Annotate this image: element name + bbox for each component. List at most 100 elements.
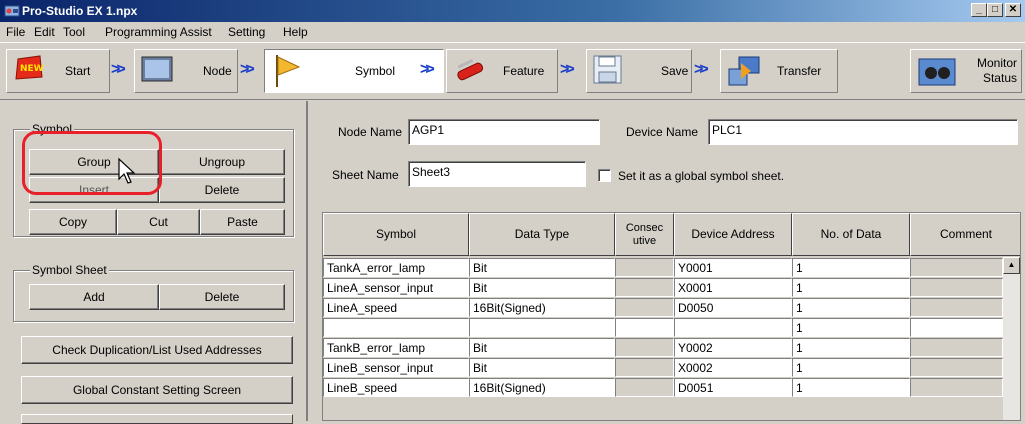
cell-consecutive[interactable] — [615, 338, 674, 357]
close-button[interactable]: ✕ — [1005, 3, 1021, 17]
sheet-name-field[interactable]: Sheet3 — [408, 161, 586, 187]
cell-data-type[interactable]: Bit — [469, 338, 615, 357]
step-start[interactable]: NEW Start — [6, 49, 110, 93]
column-header-symbol[interactable]: Symbol — [323, 213, 469, 256]
symbol-group-title: Symbol — [30, 122, 75, 136]
menu-help[interactable]: Help — [283, 25, 308, 39]
minimize-button[interactable]: _ — [971, 3, 987, 17]
table-row: LineB_speed 16Bit(Signed) D0051 1 — [323, 378, 1020, 398]
cell-comment[interactable] — [910, 318, 1003, 337]
delete-sheet-button[interactable]: Delete — [159, 284, 285, 310]
copy-button[interactable]: Copy — [29, 209, 117, 235]
cell-data-type[interactable] — [469, 318, 615, 337]
cell-symbol[interactable]: TankB_error_lamp — [323, 338, 469, 357]
delete-symbol-button[interactable]: Delete — [159, 177, 285, 203]
cell-data-type[interactable]: Bit — [469, 358, 615, 377]
table-row: TankB_error_lamp Bit Y0002 1 — [323, 338, 1020, 358]
monitor-icon — [141, 56, 173, 82]
left-panel: Symbol Group Ungroup Insert Delete Copy … — [0, 101, 305, 424]
scroll-up-arrow-icon[interactable]: ▲ — [1003, 257, 1020, 274]
cell-no-of-data[interactable]: 1 — [792, 378, 910, 397]
menu-setting[interactable]: Setting — [228, 25, 265, 39]
insert-button[interactable]: Insert — [29, 177, 159, 203]
ungroup-button[interactable]: Ungroup — [159, 149, 285, 175]
step-save[interactable]: Save — [586, 49, 692, 93]
column-header-data-type[interactable]: Data Type — [469, 213, 615, 256]
cell-symbol[interactable]: LineB_speed — [323, 378, 469, 397]
menu-programming-assist[interactable]: Programming Assist — [105, 25, 212, 39]
cell-consecutive[interactable] — [615, 358, 674, 377]
step-transfer-label: Transfer — [777, 64, 822, 78]
cut-button[interactable]: Cut — [117, 209, 200, 235]
cell-comment[interactable] — [910, 258, 1003, 277]
cell-data-type[interactable]: Bit — [469, 258, 615, 277]
flag-icon — [276, 55, 301, 87]
cell-consecutive[interactable] — [615, 378, 674, 397]
cell-comment[interactable] — [910, 338, 1003, 357]
column-header-comment[interactable]: Comment — [910, 213, 1020, 256]
cell-symbol[interactable]: TankA_error_lamp — [323, 258, 469, 277]
cell-consecutive[interactable] — [615, 298, 674, 317]
cell-consecutive[interactable] — [615, 318, 674, 337]
add-sheet-button[interactable]: Add — [29, 284, 159, 310]
step-save-label: Save — [661, 64, 689, 78]
cell-device-address[interactable]: Y0002 — [674, 338, 792, 357]
column-header-no-of-data[interactable]: No. of Data — [792, 213, 910, 256]
cell-no-of-data[interactable]: 1 — [792, 258, 910, 277]
paste-button[interactable]: Paste — [200, 209, 285, 235]
device-name-field[interactable]: PLC1 — [708, 119, 1018, 145]
step-transfer[interactable]: Transfer — [720, 49, 838, 93]
cell-comment[interactable] — [910, 298, 1003, 317]
cell-symbol[interactable]: LineA_speed — [323, 298, 469, 317]
cell-device-address[interactable]: Y0001 — [674, 258, 792, 277]
cell-data-type[interactable]: 16Bit(Signed) — [469, 298, 615, 317]
maximize-button[interactable]: □ — [987, 3, 1003, 17]
menu-bar: File Edit Tool Programming Assist Settin… — [0, 22, 1025, 42]
cell-device-address[interactable] — [674, 318, 792, 337]
cell-comment[interactable] — [910, 358, 1003, 377]
partial-button[interactable] — [21, 414, 293, 424]
check-duplication-button[interactable]: Check Duplication/List Used Addresses — [21, 336, 293, 364]
group-button[interactable]: Group — [29, 149, 159, 175]
multitool-icon — [457, 58, 484, 81]
workflow-toolbar: NEW Start >> Node >> Symbol >> Feature >… — [0, 42, 1025, 100]
node-name-field[interactable]: AGP1 — [408, 119, 600, 145]
device-name-label: Device Name — [626, 125, 699, 139]
cell-data-type[interactable]: Bit — [469, 278, 615, 297]
column-header-consecutive[interactable]: Consec utive — [615, 213, 674, 256]
new-badge-icon: NEW — [15, 55, 44, 80]
step-node[interactable]: Node — [134, 49, 238, 93]
cell-device-address[interactable]: X0001 — [674, 278, 792, 297]
cell-symbol[interactable]: LineB_sensor_input — [323, 358, 469, 377]
menu-edit[interactable]: Edit — [34, 25, 55, 39]
cell-no-of-data[interactable]: 1 — [792, 298, 910, 317]
monitor-status-button[interactable]: Monitor Status — [910, 49, 1022, 93]
cell-data-type[interactable]: 16Bit(Signed) — [469, 378, 615, 397]
step-arrow-icon: >> — [420, 61, 435, 78]
cell-consecutive[interactable] — [615, 278, 674, 297]
cell-no-of-data[interactable]: 1 — [792, 278, 910, 297]
step-symbol[interactable]: Symbol — [264, 49, 444, 93]
table-row: LineA_speed 16Bit(Signed) D0050 1 — [323, 298, 1020, 318]
cell-comment[interactable] — [910, 278, 1003, 297]
step-start-label: Start — [65, 64, 91, 78]
cell-symbol[interactable]: LineA_sensor_input — [323, 278, 469, 297]
cell-consecutive[interactable] — [615, 258, 674, 277]
title-bar: Pro-Studio EX 1.npx _ □ ✕ — [0, 0, 1025, 22]
menu-tool[interactable]: Tool — [63, 25, 85, 39]
cell-no-of-data[interactable]: 1 — [792, 338, 910, 357]
cell-comment[interactable] — [910, 378, 1003, 397]
table-scrollbar[interactable]: ▲ — [1003, 257, 1020, 420]
cell-no-of-data[interactable]: 1 — [792, 358, 910, 377]
column-header-device-address[interactable]: Device Address — [674, 213, 792, 256]
cell-symbol[interactable] — [323, 318, 469, 337]
menu-file[interactable]: File — [6, 25, 25, 39]
cell-device-address[interactable]: D0050 — [674, 298, 792, 317]
step-arrow-icon: >> — [240, 61, 255, 78]
step-feature[interactable]: Feature — [446, 49, 558, 93]
global-constant-button[interactable]: Global Constant Setting Screen — [21, 376, 293, 404]
global-sheet-checkbox[interactable] — [598, 169, 611, 182]
cell-device-address[interactable]: D0051 — [674, 378, 792, 397]
cell-device-address[interactable]: X0002 — [674, 358, 792, 377]
cell-no-of-data[interactable]: 1 — [792, 318, 910, 337]
